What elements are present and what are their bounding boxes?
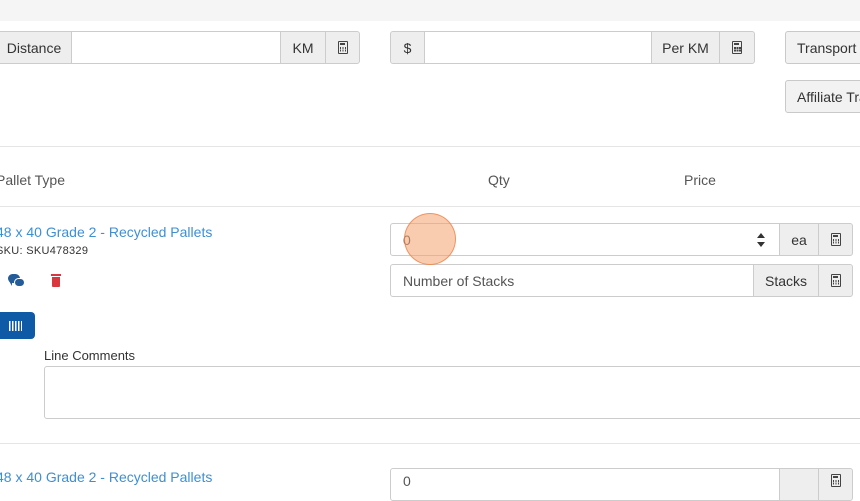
top-bar <box>0 0 860 21</box>
barcode-icon <box>9 320 22 331</box>
line-comments-label: Line Comments <box>44 348 136 363</box>
calculator-icon <box>830 233 841 246</box>
line-comments-textarea[interactable] <box>44 366 860 419</box>
comments-icon[interactable] <box>8 274 26 289</box>
line-item-product-link[interactable]: 48 x 40 Grade 2 - Recycled Pallets <box>0 224 212 240</box>
distance-unit: KM <box>280 31 326 64</box>
column-header-price: Price <box>684 172 716 188</box>
stacks-calculator-button[interactable] <box>818 264 853 297</box>
calculator-icon <box>337 41 348 54</box>
divider <box>0 206 860 207</box>
currency-symbol: $ <box>390 31 425 64</box>
distance-calculator-button[interactable] <box>325 31 360 64</box>
calculator-icon <box>732 41 742 54</box>
distance-label: Distance <box>0 31 72 64</box>
spinner-icon[interactable] <box>757 233 765 247</box>
stacks-unit: Stacks <box>753 264 819 297</box>
qty-calculator-button[interactable] <box>818 468 853 501</box>
click-indicator <box>404 213 456 265</box>
divider <box>0 443 860 444</box>
calculator-icon <box>830 274 841 287</box>
divider <box>0 146 860 147</box>
barcode-button[interactable] <box>0 312 35 339</box>
affiliate-button[interactable]: Affiliate Tra <box>785 80 860 113</box>
column-header-qty: Qty <box>488 172 510 188</box>
stacks-input[interactable]: Number of Stacks <box>390 264 754 297</box>
column-header-pallet-type: Pallet Type <box>0 172 66 188</box>
qty-unit <box>779 468 819 501</box>
rate-input[interactable] <box>424 31 652 64</box>
rate-unit: Per KM <box>651 31 720 64</box>
qty-unit: ea <box>779 223 819 256</box>
qty-input[interactable]: 0 <box>390 468 780 501</box>
trash-icon[interactable] <box>51 274 61 287</box>
qty-calculator-button[interactable] <box>818 223 853 256</box>
transport-button[interactable]: Transport I <box>785 31 860 64</box>
line-item-product-link[interactable]: 48 x 40 Grade 2 - Recycled Pallets <box>0 469 212 485</box>
rate-calculator-button[interactable] <box>719 31 755 64</box>
distance-input[interactable] <box>71 31 281 64</box>
line-item-sku: SKU: SKU478329 <box>0 245 89 257</box>
